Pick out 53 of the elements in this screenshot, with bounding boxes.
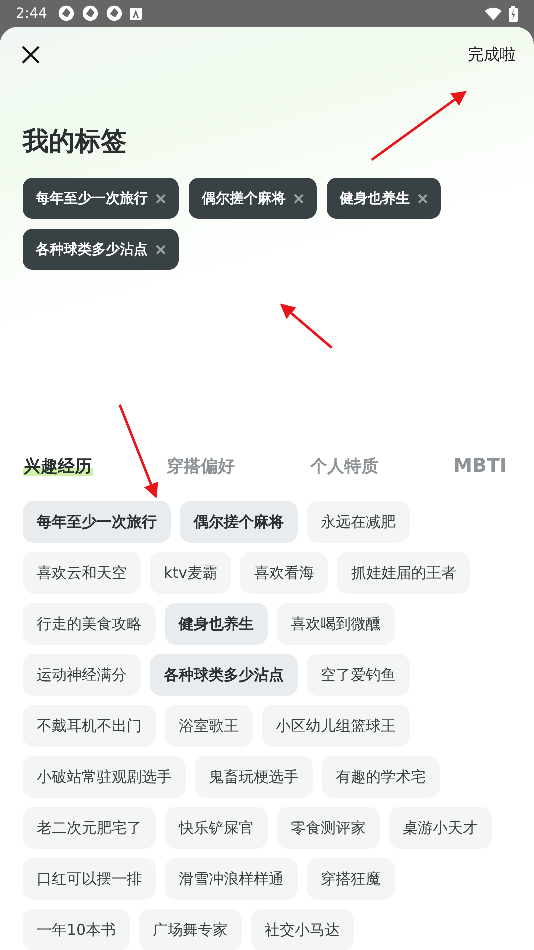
category-tab[interactable]: 兴趣经历 <box>23 454 93 478</box>
section-title: 我的标签 <box>23 126 128 159</box>
remove-icon[interactable] <box>156 194 166 204</box>
tag-option[interactable]: 喜欢喝到微醺 <box>277 603 395 645</box>
tag-option[interactable]: 喜欢看海 <box>240 552 328 594</box>
wifi-icon <box>485 6 502 20</box>
tag-option[interactable]: 社交小马达 <box>251 909 354 950</box>
battery-icon <box>509 6 518 22</box>
tag-option[interactable]: ktv麦霸 <box>150 552 232 594</box>
remove-icon[interactable] <box>156 244 166 254</box>
tag-option[interactable]: 零食测评家 <box>277 807 380 849</box>
tag-option[interactable]: 偶尔搓个麻将 <box>180 501 298 543</box>
tag-option[interactable]: 桌游小天才 <box>389 807 492 849</box>
tag-chip[interactable]: 健身也养生 <box>327 178 441 219</box>
tag-option[interactable]: 一年10本书 <box>23 909 130 950</box>
tag-option[interactable]: 口红可以摆一排 <box>23 858 156 900</box>
remove-icon[interactable] <box>418 194 428 204</box>
tag-option[interactable]: 穿搭狂魔 <box>307 858 395 900</box>
annotation-arrow <box>280 304 333 349</box>
tag-option[interactable]: 广场舞专家 <box>139 909 242 950</box>
tag-option[interactable]: 鬼畜玩梗选手 <box>195 756 313 798</box>
tag-chip[interactable]: 每年至少一次旅行 <box>23 178 179 219</box>
close-icon[interactable] <box>22 46 40 64</box>
tag-option[interactable]: 老二次元肥宅了 <box>23 807 156 849</box>
done-button[interactable]: 完成啦 <box>468 44 516 66</box>
aperture-icon <box>58 5 76 22</box>
tag-label: 偶尔搓个麻将 <box>202 190 286 208</box>
aperture-icon <box>82 5 100 22</box>
tag-option[interactable]: 运动神经满分 <box>23 654 141 696</box>
tag-option[interactable]: 浴室歌王 <box>165 705 253 747</box>
tag-option[interactable]: 各种球类多少沾点 <box>150 654 298 696</box>
tag-option[interactable]: 滑雪冲浪样样通 <box>165 858 298 900</box>
remove-icon[interactable] <box>294 194 304 204</box>
tag-chip[interactable]: 各种球类多少沾点 <box>23 229 179 270</box>
aperture-icon <box>106 5 124 22</box>
tag-option[interactable]: 小区幼儿组篮球王 <box>262 705 410 747</box>
tag-option[interactable]: 不戴耳机不出门 <box>23 705 156 747</box>
tag-option[interactable]: 快乐铲屎官 <box>165 807 268 849</box>
tag-option[interactable]: 抓娃娃届的王者 <box>337 552 470 594</box>
tag-option[interactable]: 行走的美食攻略 <box>23 603 156 645</box>
tag-option[interactable]: 每年至少一次旅行 <box>23 501 171 543</box>
tag-option[interactable]: 空了爱钓鱼 <box>307 654 410 696</box>
tag-chip[interactable]: 偶尔搓个麻将 <box>189 178 317 219</box>
tag-option[interactable]: 有趣的学术宅 <box>322 756 440 798</box>
tag-label: 各种球类多少沾点 <box>36 240 148 258</box>
keyboard-icon <box>130 8 142 20</box>
status-time: 2:44 <box>16 6 48 22</box>
tag-option[interactable]: 喜欢云和天空 <box>23 552 141 594</box>
tag-option[interactable]: 永远在减肥 <box>307 501 410 543</box>
tag-option[interactable]: 健身也养生 <box>165 603 268 645</box>
tag-label: 每年至少一次旅行 <box>36 190 148 208</box>
tag-label: 健身也养生 <box>340 190 410 208</box>
tag-option[interactable]: 小破站常驻观剧选手 <box>23 756 186 798</box>
